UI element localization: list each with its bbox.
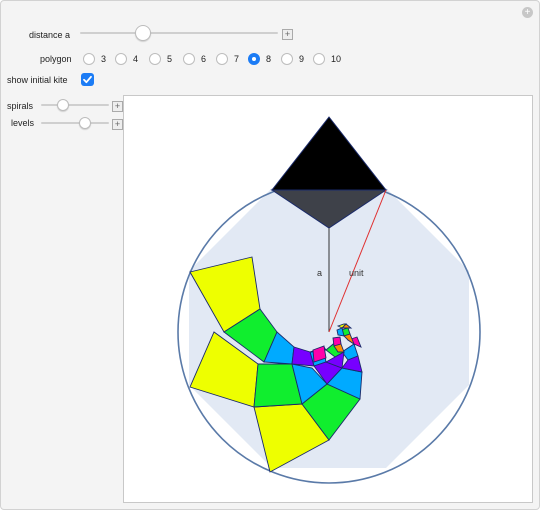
polygon-option-label: 9	[299, 54, 305, 64]
polygon-radio-3[interactable]	[83, 53, 95, 65]
spirals-plus-icon[interactable]: +	[112, 101, 123, 112]
distance-plus-icon[interactable]: +	[282, 29, 293, 40]
polygon-option-4[interactable]: 4	[115, 51, 138, 67]
show-kite-checkbox[interactable]	[81, 73, 94, 86]
polygon-option-8[interactable]: 8	[248, 51, 271, 67]
spirals-label: spirals	[7, 101, 34, 111]
polygon-label: polygon	[40, 54, 72, 64]
spirals-slider[interactable]	[41, 97, 109, 113]
initial-kite-top	[270, 116, 388, 191]
polygon-option-6[interactable]: 6	[183, 51, 206, 67]
levels-slider-thumb[interactable]	[79, 117, 92, 129]
polygon-radio-6[interactable]	[183, 53, 195, 65]
polygon-option-label: 8	[266, 54, 272, 64]
levels-label: levels	[11, 118, 35, 128]
polygon-radio-5[interactable]	[149, 53, 161, 65]
graphics-canvas: a unit	[123, 95, 533, 503]
distance-slider-thumb[interactable]	[135, 25, 152, 41]
polygon-radio-10[interactable]	[313, 53, 325, 65]
polygon-option-label: 3	[101, 54, 107, 64]
levels-slider[interactable]	[41, 115, 109, 131]
checkmark-icon	[83, 75, 92, 84]
label-a: a	[317, 268, 322, 278]
distance-slider[interactable]	[80, 25, 278, 41]
spirals-slider-thumb[interactable]	[57, 99, 70, 111]
demonstration-panel: + distance a + polygon 3 4 5 6 7 8 9 10 show in…	[0, 0, 540, 510]
polygon-option-label: 5	[167, 54, 173, 64]
polygon-option-label: 6	[201, 54, 207, 64]
levels-slider-track	[41, 122, 109, 124]
polygon-option-label: 4	[133, 54, 139, 64]
polygon-radio-4[interactable]	[115, 53, 127, 65]
polygon-radio-8[interactable]	[248, 53, 260, 65]
polygon-radio-7[interactable]	[216, 53, 228, 65]
polygon-option-label: 10	[331, 54, 342, 64]
polygon-option-3[interactable]: 3	[83, 51, 106, 67]
polygon-option-5[interactable]: 5	[149, 51, 172, 67]
levels-plus-icon[interactable]: +	[112, 119, 123, 130]
show-kite-label: show initial kite	[7, 75, 68, 85]
polygon-option-10[interactable]: 10	[313, 51, 341, 67]
distance-slider-track	[80, 32, 278, 34]
polygon-option-9[interactable]: 9	[281, 51, 304, 67]
polygon-radio-9[interactable]	[281, 53, 293, 65]
distance-label: distance a	[29, 30, 71, 40]
label-unit: unit	[349, 268, 364, 278]
polygon-option-label: 7	[234, 54, 240, 64]
kite-spiral-graphic: a unit	[177, 116, 481, 484]
spirals-slider-track	[41, 104, 109, 106]
plus-corner-icon[interactable]: +	[522, 7, 533, 18]
polygon-option-7[interactable]: 7	[216, 51, 239, 67]
